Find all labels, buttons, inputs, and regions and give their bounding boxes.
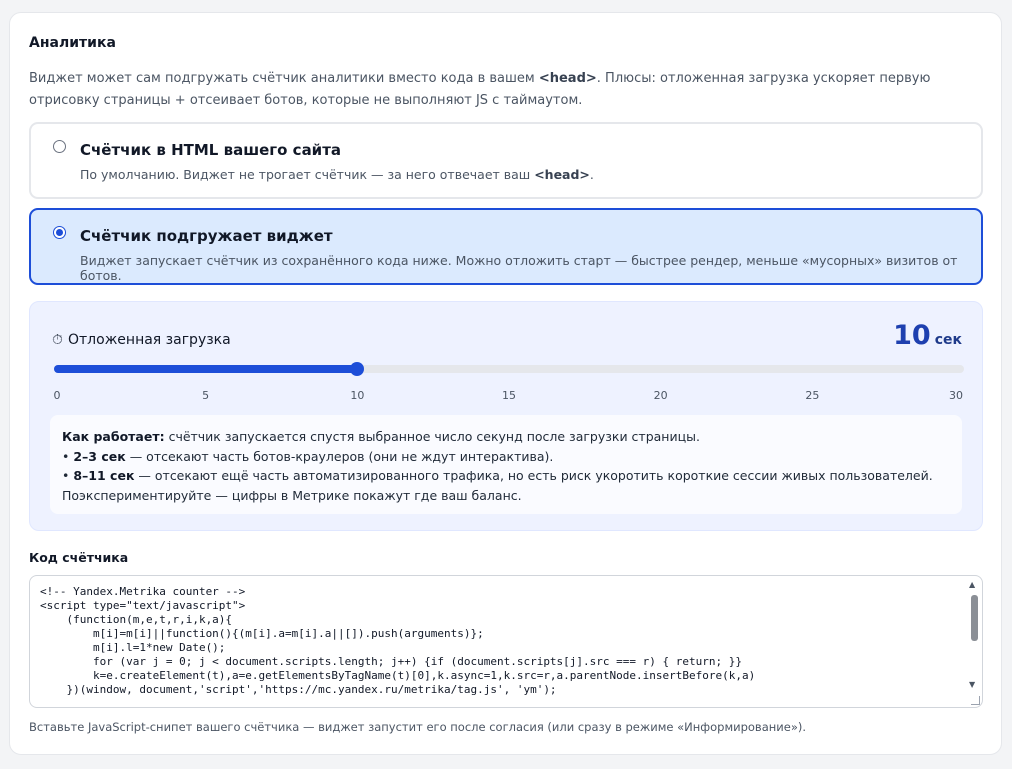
code-scrollbar[interactable]: ▲ ▼ (968, 578, 980, 705)
option-html-counter[interactable]: Счётчик в HTML вашего сайта По умолчанию… (29, 122, 983, 199)
counter-code-textarea[interactable]: <!-- Yandex.Metrika counter --> <script … (29, 575, 983, 708)
desc-text-before: Виджет может сам подгружать счётчик анал… (29, 71, 539, 86)
scroll-up-icon[interactable]: ▲ (969, 580, 975, 589)
scrollbar-thumb[interactable] (971, 595, 978, 641)
radio-widget-counter[interactable] (53, 226, 66, 239)
slider-tick-label: 20 (653, 389, 668, 402)
slider-tick-label: 10 (350, 389, 365, 402)
slider-tick-label: 5 (202, 389, 210, 402)
resize-handle-icon[interactable] (971, 696, 980, 705)
howto-lead: Как работает: (62, 429, 165, 444)
delayed-load-panel: ⏱ Отложенная загрузка 10 сек 0 5 10 15 20 25 30 … (29, 301, 983, 531)
delay-slider[interactable] (54, 362, 964, 376)
slider-thumb[interactable] (350, 362, 365, 376)
howto-b2-strong: 8–11 сек (73, 468, 135, 483)
how-it-works-box: Как работает: счётчик запускается спустя… (50, 415, 962, 514)
option-title: Счётчик подгружает виджет (80, 227, 333, 245)
howto-line-2: • 2–3 сек — отсекают часть ботов-краулер… (62, 447, 950, 467)
option-desc-end: . (589, 167, 594, 182)
howto-footer: Поэкспериментируйте — цифры в Метрике по… (62, 487, 522, 503)
section-title: Аналитика (29, 35, 116, 51)
option-desc-text: По умолчанию. Виджет не трогает счётчик … (80, 167, 535, 182)
desc-head-code: <head> (538, 71, 597, 86)
howto-b1-strong: 2–3 сек (73, 448, 126, 464)
howto-b2-text: — отсекают ещё часть автоматизированного… (134, 468, 933, 483)
delay-value: 10 сек (893, 320, 962, 351)
slider-fill (54, 365, 358, 373)
howto-lead-text: счётчик запускается спустя выбранное чис… (164, 429, 700, 444)
slider-tick-label: 30 (949, 389, 963, 402)
delay-label: ⏱ Отложенная загрузка (52, 332, 231, 348)
code-hint: Вставьте JavaScript-снипет вашего счётчи… (29, 720, 807, 734)
option-widget-counter[interactable]: Счётчик подгружает виджет Виджет запуска… (29, 208, 983, 285)
option-title: Счётчик в HTML вашего сайта (80, 141, 342, 159)
howto-bullet: • (62, 448, 74, 464)
option-desc-head-code: <head> (534, 167, 590, 182)
timer-icon: ⏱ (52, 332, 63, 348)
howto-bullet: • (62, 468, 74, 483)
slider-tick-label: 15 (502, 389, 516, 402)
slider-tick-label: 25 (805, 389, 820, 402)
slider-tick-label: 0 (53, 389, 61, 402)
section-description: Виджет может сам подгружать счётчик анал… (29, 68, 979, 112)
howto-line-1: Как работает: счётчик запускается спустя… (62, 427, 950, 447)
howto-b1-text: — отсекают часть ботов-краулеров (они не… (125, 448, 554, 464)
delay-value-number: 10 (893, 320, 931, 351)
howto-line-3: • 8–11 сек — отсекают ещё часть автомати… (62, 466, 950, 486)
radio-html-counter[interactable] (53, 140, 66, 153)
scroll-down-icon[interactable]: ▼ (969, 680, 975, 689)
delay-label-text: Отложенная загрузка (68, 332, 231, 348)
option-description: По умолчанию. Виджет не трогает счётчик … (80, 167, 594, 182)
option-description: Виджет запускает счётчик из сохранённого… (80, 253, 958, 283)
counter-code-text[interactable]: <!-- Yandex.Metrika counter --> <script … (40, 585, 960, 697)
code-label: Код счётчика (29, 550, 129, 565)
delay-value-unit: сек (934, 332, 962, 348)
